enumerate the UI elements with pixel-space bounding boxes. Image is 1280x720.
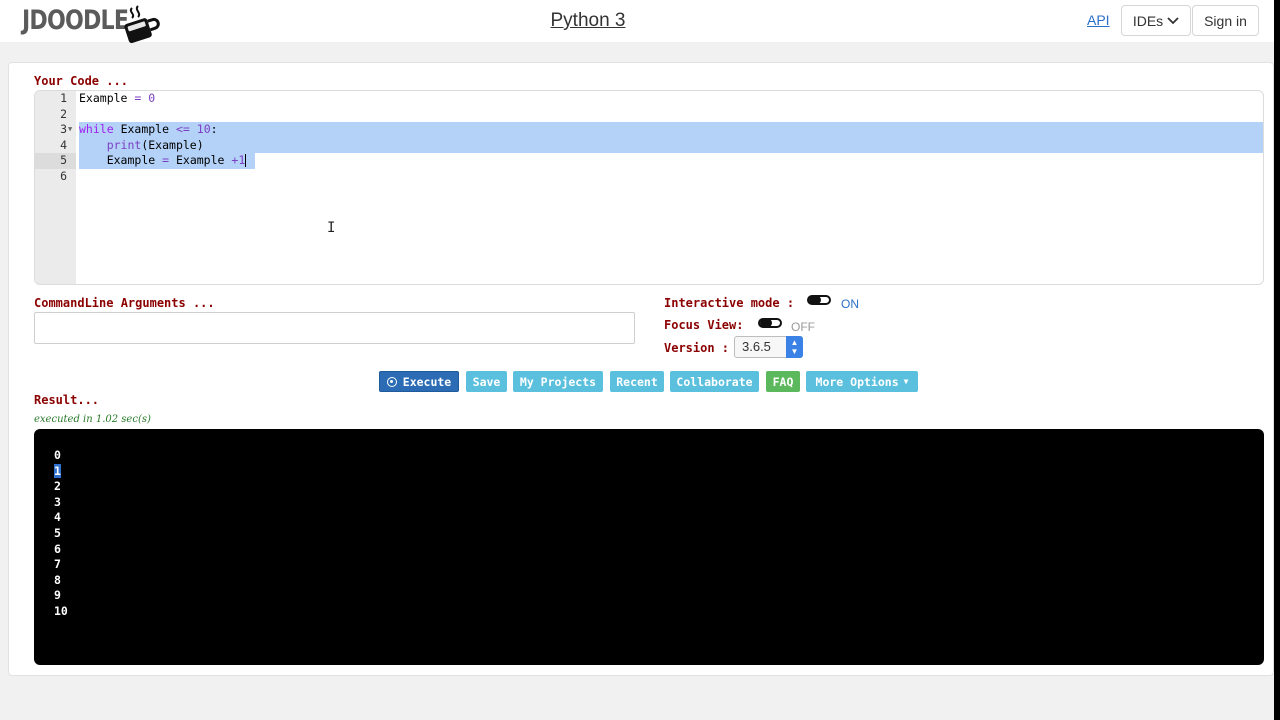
- output-line: 7: [54, 557, 61, 572]
- output-line: 8: [54, 572, 61, 587]
- execute-button[interactable]: Execute: [379, 371, 459, 392]
- line-number-active: 5: [35, 153, 76, 169]
- version-value: 3.6.5: [742, 339, 771, 354]
- selection-highlight: [79, 122, 1263, 153]
- sign-in-button[interactable]: Sign in: [1192, 5, 1259, 36]
- code-line-3: while Example <= 10:: [79, 122, 218, 136]
- output-line: 9: [54, 588, 61, 603]
- recent-button[interactable]: Recent: [610, 371, 664, 392]
- interactive-mode-label: Interactive mode :: [664, 296, 795, 310]
- output-console[interactable]: 0 1 2 3 4 5 6 7 8 9 10: [34, 429, 1264, 665]
- version-label: Version :: [664, 341, 730, 355]
- page-title: Python 3: [550, 10, 626, 31]
- focus-view-label: Focus View:: [664, 318, 744, 332]
- caret-down-icon: ▼: [903, 377, 909, 386]
- line-number: 1: [60, 91, 67, 105]
- play-circle-icon: [386, 376, 397, 387]
- cmdline-args-input[interactable]: [34, 312, 635, 344]
- line-number: 4: [60, 137, 67, 152]
- output-line: 10: [54, 603, 68, 618]
- output-line: 5: [54, 525, 61, 540]
- select-arrows-icon: ▲ ▼: [786, 336, 803, 358]
- output-line: 1: [54, 463, 61, 478]
- text-cursor: [245, 154, 247, 167]
- code-line-1: Example = 0: [79, 91, 156, 105]
- line-number: 2: [60, 106, 67, 121]
- code-line-5: Example = Example +1: [106, 153, 247, 167]
- faq-button[interactable]: FAQ: [766, 371, 800, 392]
- output-line: 0: [54, 448, 61, 462]
- line-number: 3: [60, 122, 67, 136]
- fold-arrow-icon[interactable]: ▼: [68, 125, 72, 133]
- focus-view-state: OFF: [791, 320, 815, 334]
- execution-time: executed in 1.02 sec(s): [34, 414, 151, 425]
- top-header: JDOODLE Python 3 API IDEs Sign in: [0, 0, 1274, 44]
- more-options-button[interactable]: More Options ▼: [806, 371, 918, 392]
- interactive-mode-toggle[interactable]: [807, 295, 831, 305]
- ides-label: IDEs: [1132, 12, 1164, 29]
- main-panel: Your Code ... 1 2 3 ▼ 4 5 6 Example = 0 …: [8, 62, 1274, 676]
- save-button[interactable]: Save: [466, 371, 507, 392]
- ibeam-cursor-icon: I: [327, 220, 336, 236]
- result-label: Result...: [34, 393, 100, 407]
- ides-dropdown-button[interactable]: IDEs: [1121, 5, 1191, 36]
- chevron-down-icon: [1167, 16, 1179, 24]
- window-edge-bar: [1274, 0, 1280, 720]
- version-select[interactable]: 3.6.5 ▲ ▼: [734, 336, 803, 358]
- cmdline-label: CommandLine Arguments ...: [34, 296, 215, 310]
- focus-view-toggle[interactable]: [758, 318, 782, 328]
- code-line-4: print(Example): [106, 137, 204, 152]
- code-section-label: Your Code ...: [34, 74, 128, 88]
- output-line: 2: [54, 479, 61, 494]
- output-line: 3: [54, 494, 61, 509]
- output-line: 6: [54, 541, 61, 556]
- output-line: 4: [54, 510, 61, 525]
- line-number: 6: [60, 168, 67, 183]
- interactive-mode-state: ON: [841, 297, 859, 311]
- collaborate-button[interactable]: Collaborate: [670, 371, 759, 392]
- api-link[interactable]: API: [1087, 12, 1110, 28]
- code-editor[interactable]: 1 2 3 ▼ 4 5 6 Example = 0 while Example …: [34, 90, 1264, 285]
- my-projects-button[interactable]: My Projects: [513, 371, 603, 392]
